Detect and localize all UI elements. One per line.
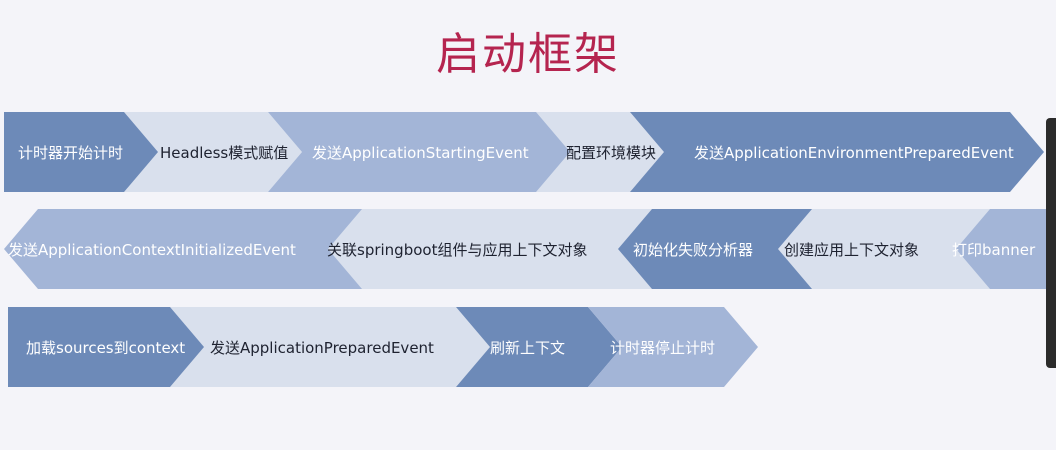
flow-step-label: 关联springboot组件与应用上下文对象 xyxy=(327,240,588,259)
flow-step-label: 发送ApplicationEnvironmentPreparedEvent xyxy=(694,143,1014,162)
scrollbar-tab xyxy=(1046,118,1056,368)
flow-step-label: 刷新上下文 xyxy=(490,338,566,357)
flow-row-1: 计时器开始计时 Headless模式赋值 发送ApplicationStarting… xyxy=(0,112,1056,192)
flow-step-label: 打印banner xyxy=(952,240,1036,259)
flow-step-label: 发送ApplicationPreparedEvent xyxy=(210,338,434,357)
flow-step-label: 计时器开始计时 xyxy=(18,143,124,162)
flow-step-label: 创建应用上下文对象 xyxy=(784,240,920,259)
flow-row-3: 加载sources到context 发送ApplicationPreparedEv… xyxy=(0,307,1056,387)
page-title: 启动框架 xyxy=(436,29,620,80)
flow-step-label: 加载sources到context xyxy=(26,338,186,357)
flow-row-2: 打印banner 创建应用上下文对象 初始化失败分析器 关联springboot组件与… xyxy=(0,209,1056,289)
flow-step-label: 发送ApplicationContextInitializedEvent xyxy=(8,240,296,259)
flow-step-label: Headless模式赋值 xyxy=(160,143,289,162)
flow-step-label: 计时器停止计时 xyxy=(610,338,716,357)
flow-step-label: 初始化失败分析器 xyxy=(633,240,754,259)
flow-step-label: 发送ApplicationStartingEvent xyxy=(312,143,529,162)
flow-step-label: 配置环境模块 xyxy=(566,143,657,162)
